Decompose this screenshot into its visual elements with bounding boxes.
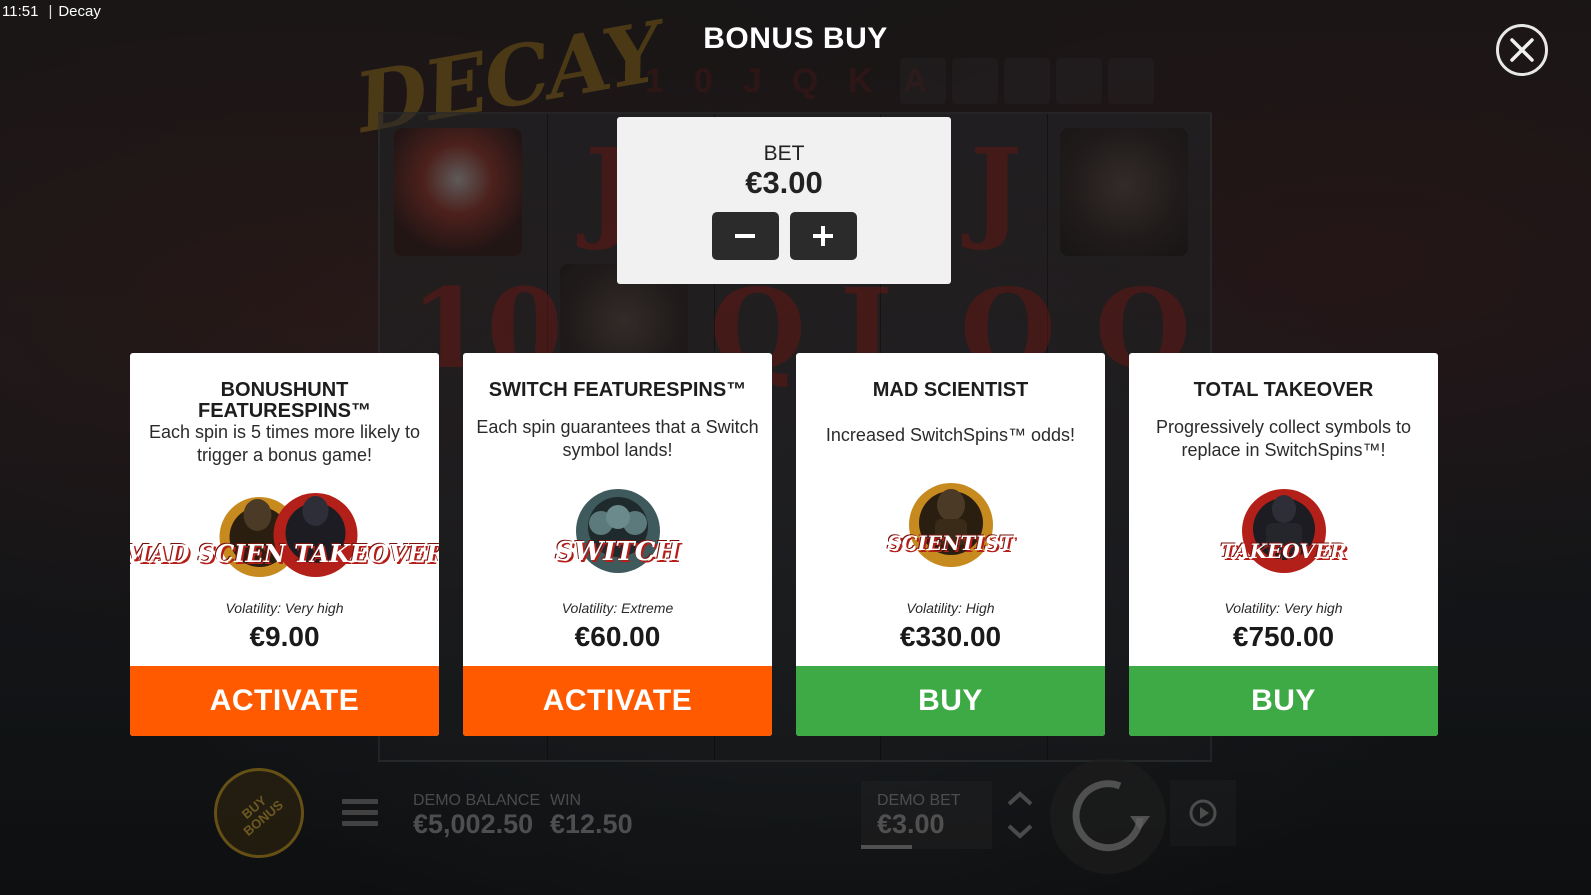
volatility-label: Volatility: Extreme <box>561 600 674 616</box>
close-button[interactable] <box>1496 24 1548 76</box>
bonus-card-mad-scientist: MAD SCIENTIST Increased SwitchSpins™ odd… <box>796 353 1105 736</box>
card-description: Increased SwitchSpins™ odds! <box>825 425 1076 445</box>
badge-text: MAD SCIEN TAKEOVER <box>130 539 439 568</box>
bonus-card-total-takeover: TOTAL TAKEOVER Progressively collect sym… <box>1129 353 1438 736</box>
mad-scientist-takeover-badge-icon: MAD SCIEN TAKEOVER <box>130 485 439 585</box>
bonus-card-switch: SWITCH FEATURESPINS™ Each spin guarantee… <box>463 353 772 736</box>
close-icon <box>1510 38 1534 62</box>
bet-panel: BET €3.00 <box>617 117 951 284</box>
minus-icon <box>735 234 755 238</box>
buy-button[interactable]: BUY <box>1129 666 1438 736</box>
card-title: BONUSHUNT FEATURESPINS™ <box>198 379 371 422</box>
decrease-bet-button[interactable] <box>711 212 779 260</box>
bet-label: BET <box>763 142 805 165</box>
volatility-label: Volatility: High <box>906 600 995 616</box>
total-takeover-badge-icon: TAKEOVER <box>1220 485 1347 577</box>
price: €9.00 <box>249 621 320 652</box>
card-description: Each spin is 5 times more likely to trig… <box>148 422 421 465</box>
card-description: Each spin guarantees that a Switch symbo… <box>476 417 759 460</box>
activate-button[interactable]: ACTIVATE <box>463 666 772 736</box>
card-title: SWITCH FEATURESPINS™ <box>488 379 747 401</box>
status-bar: 11:51 | Decay <box>2 3 101 20</box>
bet-value: €3.00 <box>745 165 823 200</box>
price: €750.00 <box>1232 621 1335 652</box>
bonus-card-bonushunt: BONUSHUNT FEATURESPINS™ Each spin is 5 t… <box>130 353 439 736</box>
buy-button[interactable]: BUY <box>796 666 1105 736</box>
badge-text: TAKEOVER <box>1220 539 1347 563</box>
badge-text: SCIENTIST <box>887 531 1014 555</box>
status-time: 11:51 <box>2 3 39 20</box>
increase-bet-button[interactable] <box>789 212 857 260</box>
volatility-label: Volatility: Very high <box>1224 600 1343 616</box>
switch-badge-icon: SWITCH <box>555 485 680 577</box>
price: €330.00 <box>899 621 1002 652</box>
dialog-title: BONUS BUY <box>703 22 888 55</box>
card-title: MAD SCIENTIST <box>872 379 1029 401</box>
activate-button[interactable]: ACTIVATE <box>130 666 439 736</box>
card-description: Progressively collect symbols to replace… <box>1155 417 1412 460</box>
status-app-name: Decay <box>58 3 101 20</box>
mad-scientist-badge-icon: SCIENTIST <box>887 477 1014 571</box>
plus-icon <box>813 226 833 246</box>
badge-text: SWITCH <box>555 537 680 567</box>
volatility-label: Volatility: Very high <box>225 600 344 616</box>
card-title: TOTAL TAKEOVER <box>1193 379 1374 401</box>
price: €60.00 <box>574 621 661 652</box>
